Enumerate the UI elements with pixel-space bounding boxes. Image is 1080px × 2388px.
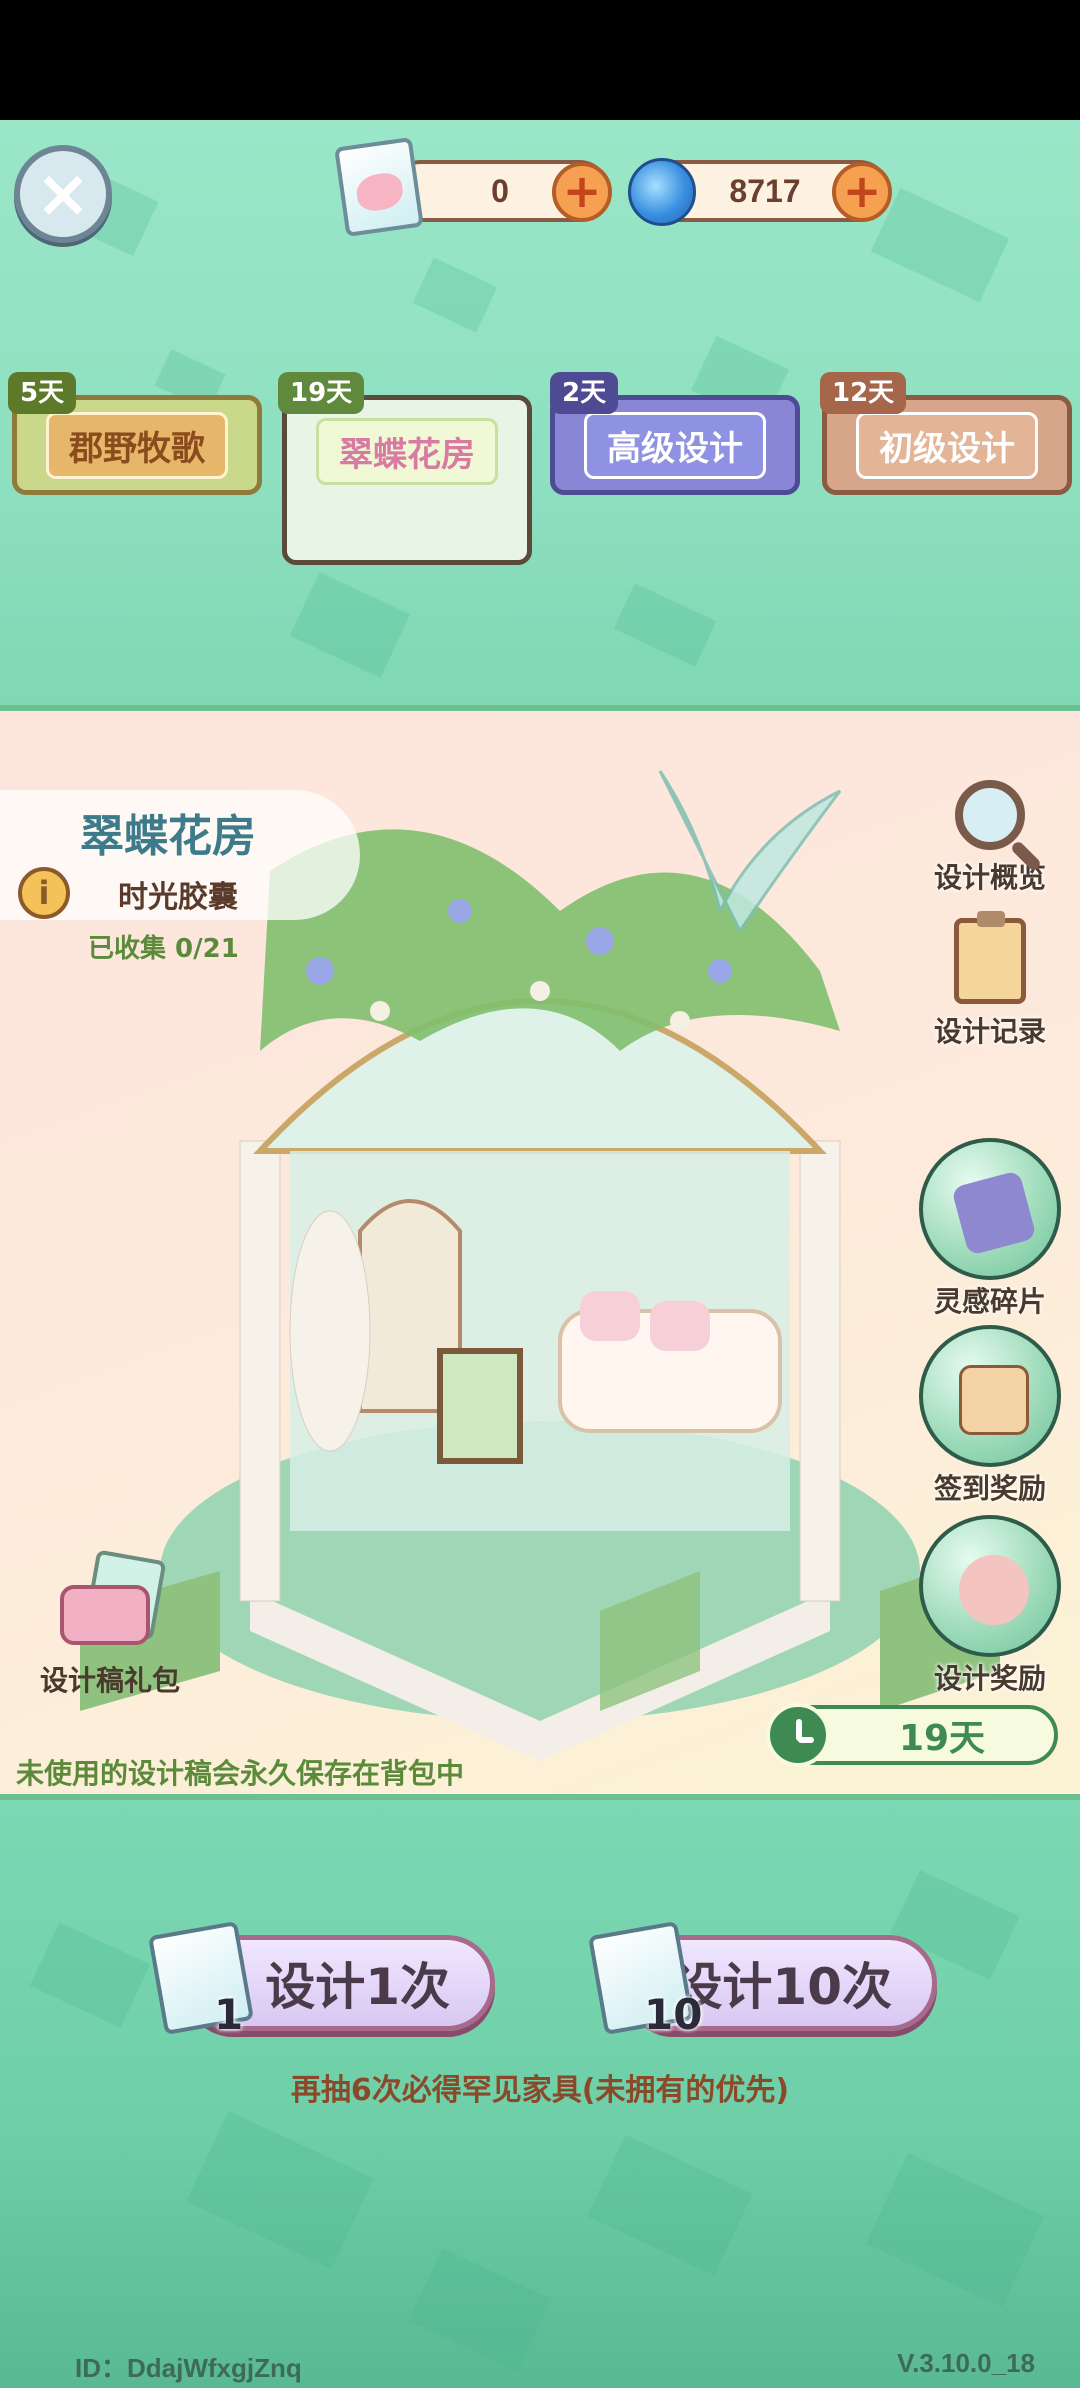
flower-icon — [919, 1515, 1061, 1657]
page-title: 翠蝶花房 — [80, 811, 256, 862]
scene-subtitle: 时光胶囊 — [118, 880, 238, 915]
tab-label: 翠蝶花房 — [316, 418, 498, 485]
tab-cuidie-huafang[interactable]: 翠蝶花房 — [282, 395, 532, 565]
draw-cost-count: 1 — [214, 1990, 244, 2039]
calendar-icon — [919, 1325, 1061, 1467]
pity-promo-text: 再抽6次必得罕见家具(未拥有的优先) — [290, 2073, 790, 2108]
tab-label: 郡野牧歌 — [46, 411, 228, 479]
clipboard-icon — [954, 911, 1026, 1004]
add-swirl-currency-button[interactable]: + — [832, 162, 892, 222]
add-design-card-button[interactable]: + — [552, 162, 612, 222]
design-overview-button[interactable]: 设计概览 — [900, 780, 1080, 896]
status-bar-area — [0, 0, 1080, 120]
side-button-label: 设计记录 — [933, 1015, 1046, 1048]
version-label: V.3.10.0_18 — [897, 2348, 1035, 2378]
timer-text: 19天 — [898, 1718, 986, 1759]
swirl-currency-count: 8717 — [729, 172, 801, 209]
draw-cost-count: 10 — [644, 1990, 703, 2039]
checkin-reward-button[interactable]: 签到奖励 — [900, 1325, 1080, 1507]
design-once-label: 设计1次 — [265, 1958, 450, 2016]
magnifier-icon — [955, 780, 1025, 850]
days-badge: 19天 — [278, 372, 365, 414]
close-icon: × — [35, 155, 91, 232]
days-badge: 12天 — [820, 372, 907, 414]
days-badge: 2天 — [550, 372, 619, 414]
design-record-button[interactable]: 设计记录 — [900, 911, 1080, 1050]
blue-swirl-icon — [628, 158, 696, 226]
storage-note: 未使用的设计稿会永久保存在背包中 — [16, 1757, 465, 1790]
gift-pack-label: 设计稿礼包 — [39, 1664, 180, 1697]
days-badge: 5天 — [8, 372, 77, 414]
design-card-count: 0 — [491, 172, 509, 209]
collection-progress: 已收集 0/21 — [88, 934, 239, 964]
design-card-icon — [334, 137, 424, 237]
side-button-label: 设计奖励 — [933, 1662, 1046, 1695]
tab-label: 初级设计 — [856, 411, 1038, 479]
map-fragment-icon — [919, 1138, 1061, 1280]
tab-label: 高级设计 — [584, 411, 766, 479]
side-button-label: 灵感碎片 — [933, 1285, 1046, 1318]
design-ten-label: 设计10次 — [672, 1958, 892, 2016]
clock-icon — [766, 1703, 830, 1767]
close-button[interactable]: × — [14, 145, 112, 243]
gift-pack-icon — [50, 1549, 170, 1655]
inspiration-fragments-button[interactable]: 灵感碎片 — [900, 1138, 1080, 1320]
design-reward-button[interactable]: 设计奖励 — [900, 1515, 1080, 1697]
side-button-label: 设计概览 — [933, 861, 1046, 894]
info-icon[interactable]: i — [18, 867, 70, 919]
event-timer: 19天 — [766, 1703, 1058, 1767]
design-gift-pack-button[interactable]: 设计稿礼包 — [20, 1549, 200, 1699]
side-button-label: 签到奖励 — [933, 1472, 1046, 1505]
player-id: ID：DdajWfxgjZnq — [75, 2353, 302, 2383]
